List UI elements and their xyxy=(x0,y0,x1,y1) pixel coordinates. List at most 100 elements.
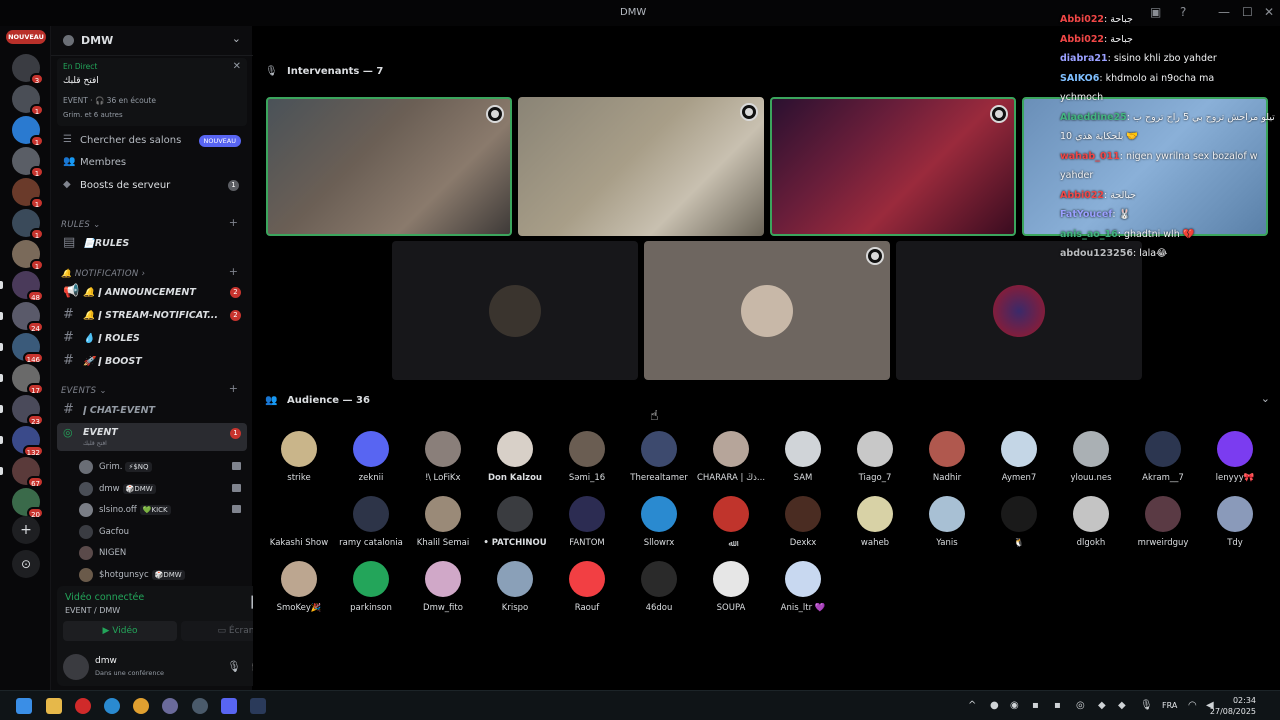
audience-member[interactable]: parkinson xyxy=(336,561,406,613)
server-icon[interactable]: 67 xyxy=(12,457,44,488)
audience-member[interactable]: ǃ\ LoFiKx xyxy=(408,431,478,483)
members-link[interactable]: 👥 Membres xyxy=(57,153,247,173)
audience-member[interactable]: Aymen7 xyxy=(984,431,1054,483)
audience-member[interactable]: ﷲ xyxy=(696,496,766,549)
tray-icon[interactable]: ▪ xyxy=(1032,700,1039,711)
audience-member[interactable]: Tdy xyxy=(1200,496,1270,548)
audience-member[interactable]: Yanis xyxy=(912,496,982,548)
server-header[interactable]: DMW ⌄ xyxy=(51,26,253,56)
audience-member[interactable]: lenyyy🎀 xyxy=(1200,431,1270,483)
chevron-down-icon[interactable]: ⌄ xyxy=(1261,392,1270,405)
audience-member[interactable]: Dmw_fito xyxy=(408,561,478,613)
add-server-icon[interactable]: + xyxy=(12,516,40,544)
file-explorer-icon[interactable] xyxy=(46,698,62,714)
server-icon[interactable]: 1 xyxy=(12,116,44,147)
server-icon[interactable]: 17 xyxy=(12,364,44,395)
audience-member[interactable]: CHARARA | ذڭ... xyxy=(696,431,766,483)
system-clock[interactable]: 02:34 27/08/2025 xyxy=(1210,695,1256,717)
voice-member[interactable]: $hotgunsyc 🎲DMW xyxy=(79,565,247,585)
steam-icon[interactable] xyxy=(250,698,266,714)
tray-icon[interactable]: ▪ xyxy=(1054,700,1061,711)
audience-member[interactable]: Raouf xyxy=(552,561,622,613)
voice-location[interactable]: EVENT / DMW xyxy=(65,606,120,615)
server-icon[interactable]: 23 xyxy=(12,395,44,426)
audience-member[interactable]: Anis_ltr 💜 xyxy=(768,561,838,613)
channel-event[interactable]: ◎ EVENT افتح قلبك 1 xyxy=(57,423,247,451)
channel-stream-notifications[interactable]: # 🔔 ǀ STREAM-NOTIFICAT... 2 xyxy=(57,305,247,326)
server-icon[interactable]: 48 xyxy=(12,271,44,302)
speaker-video-tile[interactable] xyxy=(266,97,512,236)
audience-member[interactable]: SAM xyxy=(768,431,838,483)
chevron-up-icon[interactable]: ^ xyxy=(968,700,976,711)
close-icon[interactable]: ✕ xyxy=(233,61,241,72)
tray-icon[interactable]: ◉ xyxy=(1010,700,1019,711)
wifi-icon[interactable]: ◠ xyxy=(1188,700,1197,711)
voice-member[interactable]: Gacfou xyxy=(79,522,247,542)
voice-member[interactable]: slsino.off 💚KICK xyxy=(79,500,247,520)
edge-icon[interactable] xyxy=(104,698,120,714)
add-channel-icon[interactable]: + xyxy=(229,382,238,395)
audience-member[interactable]: Therealtamer xyxy=(624,431,694,483)
server-icon[interactable]: 1 xyxy=(12,178,44,209)
speaker-tile[interactable] xyxy=(392,241,638,380)
add-channel-icon[interactable]: + xyxy=(229,265,238,278)
tray-icon[interactable]: ◎ xyxy=(1076,700,1085,711)
app-icon[interactable] xyxy=(192,698,208,714)
audience-member[interactable]: SOUPA xyxy=(696,561,766,613)
server-boosts[interactable]: ◆ Boosts de serveur 1 xyxy=(57,176,247,196)
microphone-icon[interactable]: 🎙 xyxy=(227,660,241,673)
add-channel-icon[interactable]: + xyxy=(229,216,238,229)
audience-member[interactable]: Don Kalzou xyxy=(480,431,550,483)
audience-member[interactable]: Nadhir xyxy=(912,431,982,483)
server-icon[interactable]: 1 xyxy=(12,147,44,178)
channel-boost[interactable]: # 🚀 ǀ BOOST xyxy=(57,351,247,372)
audience-member[interactable]: 🐧 xyxy=(984,496,1054,548)
audience-member[interactable]: Dexkx xyxy=(768,496,838,548)
audience-member[interactable]: Šəmi_16 xyxy=(552,431,622,483)
category-notification[interactable]: 🔔 NOTIFICATION › xyxy=(61,269,145,279)
server-icon[interactable]: 1 xyxy=(12,85,44,116)
category-rules[interactable]: RULES ⌄ xyxy=(61,220,101,230)
speaker-video-tile[interactable] xyxy=(518,97,764,236)
compass-icon[interactable]: ⊙ xyxy=(12,550,40,578)
audience-member[interactable]: ramy catalonia xyxy=(336,496,406,548)
tray-icon[interactable]: ◆ xyxy=(1098,700,1106,711)
tray-icon[interactable]: ● xyxy=(990,700,999,711)
speaker-tile[interactable] xyxy=(644,241,890,380)
server-icon[interactable]: 24 xyxy=(12,302,44,333)
voice-member[interactable]: NIGEN xyxy=(79,543,247,563)
server-icon[interactable]: 1 xyxy=(12,209,44,240)
audience-member[interactable]: zeknii xyxy=(336,431,406,483)
audience-member[interactable]: • PATCHINOU xyxy=(480,496,550,548)
live-event-card[interactable]: En Direct ✕ افتح قلبك EVENT · 🎧 36 en éc… xyxy=(57,58,247,126)
channel-announcement[interactable]: 📢 🔔 ǀ ANNOUNCEMENT 2 xyxy=(57,282,247,303)
audience-member[interactable]: ylouu.nes xyxy=(1056,431,1126,483)
browse-channels[interactable]: ☰ Chercher des salons NOUVEAU xyxy=(57,131,247,151)
tray-icon[interactable]: ◆ xyxy=(1118,700,1126,711)
audience-member[interactable]: SmoKey🎉 xyxy=(264,561,334,613)
audience-member[interactable]: Kakashi Show xyxy=(264,496,334,548)
audience-member[interactable]: mrweirdguy xyxy=(1128,496,1198,548)
chevron-down-icon[interactable]: ⌄ xyxy=(232,32,241,45)
avatar[interactable] xyxy=(63,654,89,680)
category-events[interactable]: EVENTS ⌄ xyxy=(61,386,107,396)
discord-icon[interactable] xyxy=(221,698,237,714)
server-icon[interactable]: 132 xyxy=(12,426,44,457)
opera-icon[interactable] xyxy=(75,698,91,714)
audience-member[interactable]: dlgokh xyxy=(1056,496,1126,548)
app-icon[interactable] xyxy=(162,698,178,714)
video-button[interactable]: ▶ Vidéo xyxy=(63,621,177,641)
chrome-icon[interactable] xyxy=(133,698,149,714)
server-icon[interactable]: 1 xyxy=(12,240,44,271)
server-icon[interactable]: 146 xyxy=(12,333,44,364)
server-icon[interactable]: 20 xyxy=(12,488,44,519)
audience-member[interactable]: Krispo xyxy=(480,561,550,613)
microphone-icon[interactable]: 🎙 xyxy=(1140,700,1153,711)
voice-member[interactable]: dmw 🎲DMW xyxy=(79,479,247,499)
audience-member[interactable]: strike xyxy=(264,431,334,483)
audience-member[interactable]: Sllowrx xyxy=(624,496,694,548)
windows-start-icon[interactable] xyxy=(16,698,32,714)
channel-chat-event[interactable]: # ǀ CHAT-EVENT xyxy=(57,400,247,421)
channel-rules[interactable]: ▤ 📄RULES xyxy=(57,233,247,254)
audience-member[interactable]: FANTOM xyxy=(552,496,622,548)
